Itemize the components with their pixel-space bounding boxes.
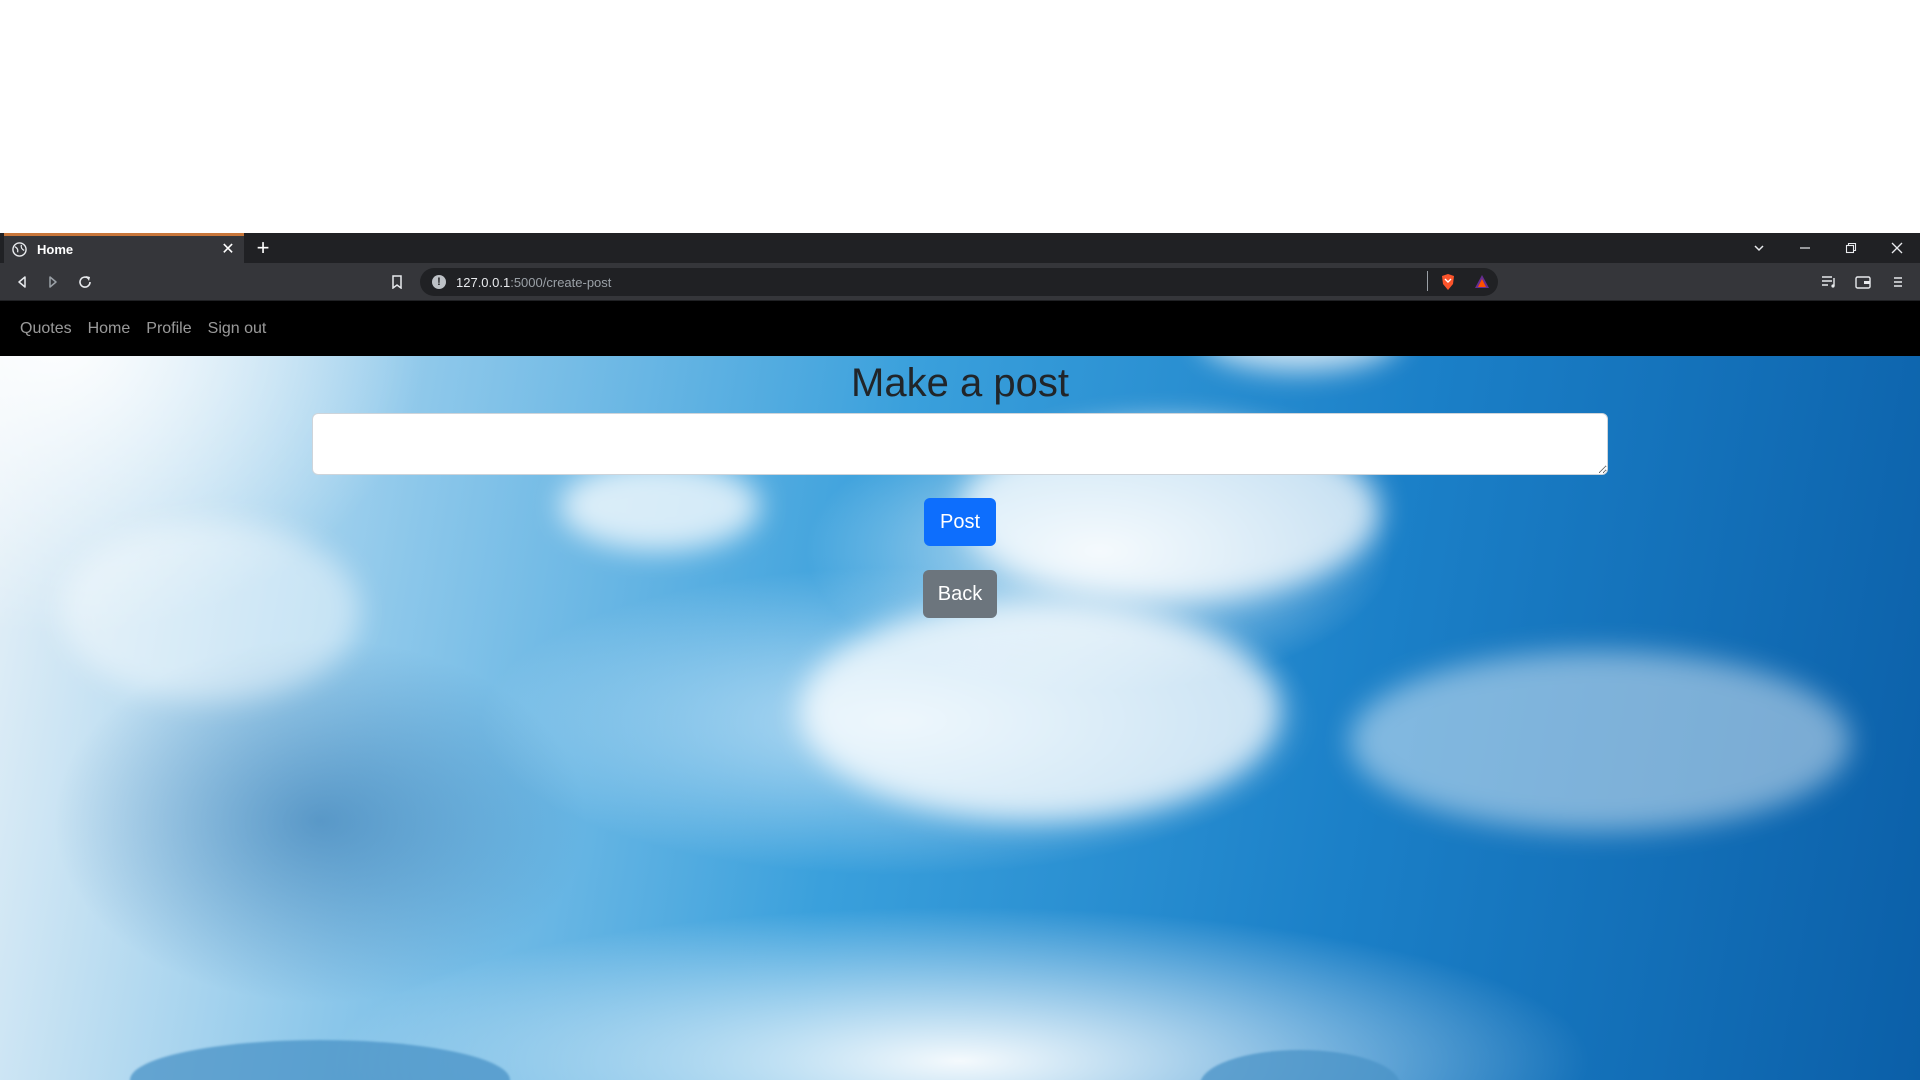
nav-link-home[interactable]: Home	[88, 320, 131, 338]
url-host: 127.0.0.1	[456, 274, 511, 290]
reload-icon[interactable]	[75, 272, 95, 292]
globe-icon	[12, 242, 27, 257]
site-navbar: Quotes Home Profile Sign out	[0, 301, 1920, 356]
wallet-icon[interactable]	[1853, 272, 1873, 292]
url-divider	[1427, 271, 1428, 291]
nav-link-quotes[interactable]: Quotes	[20, 320, 72, 338]
browser-tab[interactable]: Home ✕	[4, 233, 244, 263]
brave-shield-icon[interactable]	[1438, 272, 1458, 292]
tab-title: Home	[37, 242, 74, 257]
address-bar[interactable]: ! 127.0.0.1 :5000/create-post	[420, 268, 1498, 296]
info-icon[interactable]: !	[432, 275, 446, 289]
tab-search-icon[interactable]	[1736, 233, 1782, 263]
web-page: Quotes Home Profile Sign out Make a post…	[0, 301, 1920, 1080]
post-textarea[interactable]	[312, 413, 1608, 475]
forward-icon[interactable]	[43, 272, 63, 292]
tab-close-icon[interactable]: ✕	[220, 241, 236, 258]
new-tab-button[interactable]: +	[252, 237, 274, 259]
bookmark-icon[interactable]	[387, 272, 407, 292]
nav-link-sign-out[interactable]: Sign out	[208, 320, 267, 338]
back-icon[interactable]	[12, 272, 32, 292]
restore-icon[interactable]	[1828, 233, 1874, 263]
post-button[interactable]: Post	[924, 498, 996, 546]
close-icon[interactable]	[1874, 233, 1920, 263]
minimize-icon[interactable]	[1782, 233, 1828, 263]
blank-area	[0, 0, 1920, 233]
cloud	[800, 601, 1280, 821]
playlist-icon[interactable]	[1819, 272, 1839, 292]
cloud	[60, 521, 360, 701]
brave-rewards-icon[interactable]	[1472, 272, 1492, 292]
nav-link-profile[interactable]: Profile	[146, 320, 191, 338]
back-button[interactable]: Back	[923, 570, 997, 618]
cloud	[1350, 651, 1850, 831]
browser-toolbar: ! 127.0.0.1 :5000/create-post	[0, 263, 1920, 301]
url-path: :5000/create-post	[510, 274, 612, 290]
menu-icon[interactable]	[1888, 272, 1908, 292]
page-title: Make a post	[851, 361, 1069, 405]
tab-strip: Home ✕ +	[0, 233, 1920, 263]
